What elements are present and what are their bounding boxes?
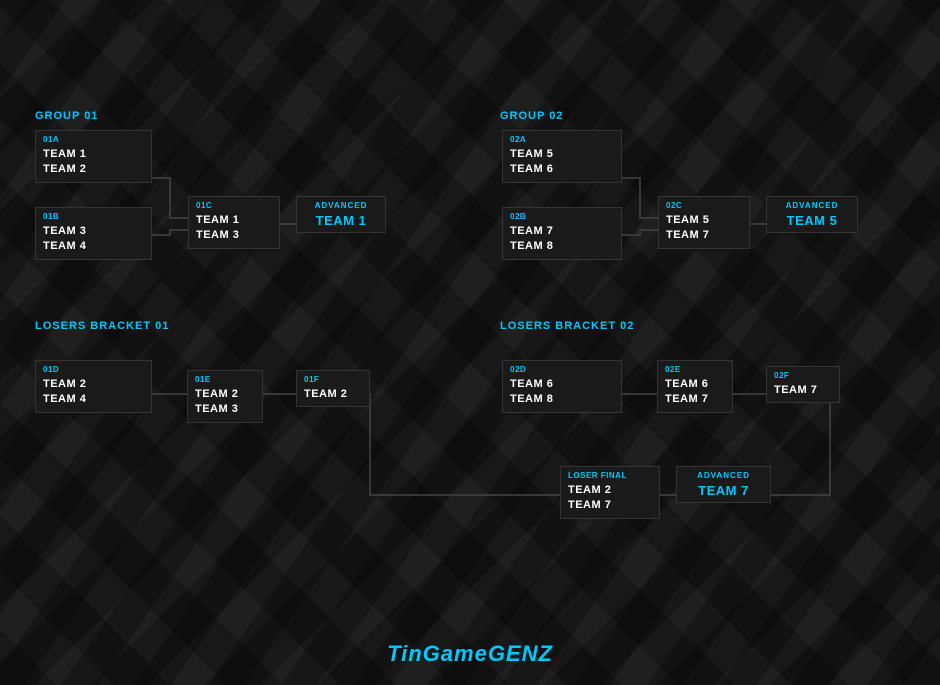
match-02a: 02A TEAM 5 TEAM 6 <box>502 130 622 183</box>
match-01d: 01D TEAM 2 TEAM 4 <box>35 360 152 413</box>
advanced-loser: ADVANCED TEAM 7 <box>676 466 771 503</box>
loser-final: LOSER FINAL TEAM 2 TEAM 7 <box>560 466 660 519</box>
match-01b: 01B TEAM 3 TEAM 4 <box>35 207 152 260</box>
watermark: TinGameGENZ <box>387 641 553 667</box>
group01-label: GROUP 01 <box>35 110 98 122</box>
match-01e: 01E TEAM 2 TEAM 3 <box>187 370 263 423</box>
match-02f: 02F TEAM 7 <box>766 366 840 403</box>
advanced-02: ADVANCED TEAM 5 <box>766 196 858 233</box>
match-01a: 01A TEAM 1 TEAM 2 <box>35 130 152 183</box>
match-02d: 02D TEAM 6 TEAM 8 <box>502 360 622 413</box>
losers02-label: LOSERS BRACKET 02 <box>500 320 634 332</box>
match-02b: 02B TEAM 7 TEAM 8 <box>502 207 622 260</box>
losers01-label: LOSERS BRACKET 01 <box>35 320 169 332</box>
match-01f: 01F TEAM 2 <box>296 370 370 407</box>
advanced-01: ADVANCED TEAM 1 <box>296 196 386 233</box>
match-02e: 02E TEAM 6 TEAM 7 <box>657 360 733 413</box>
group02-label: GROUP 02 <box>500 110 563 122</box>
match-02c: 02C TEAM 5 TEAM 7 <box>658 196 750 249</box>
match-01c: 01C TEAM 1 TEAM 3 <box>188 196 280 249</box>
